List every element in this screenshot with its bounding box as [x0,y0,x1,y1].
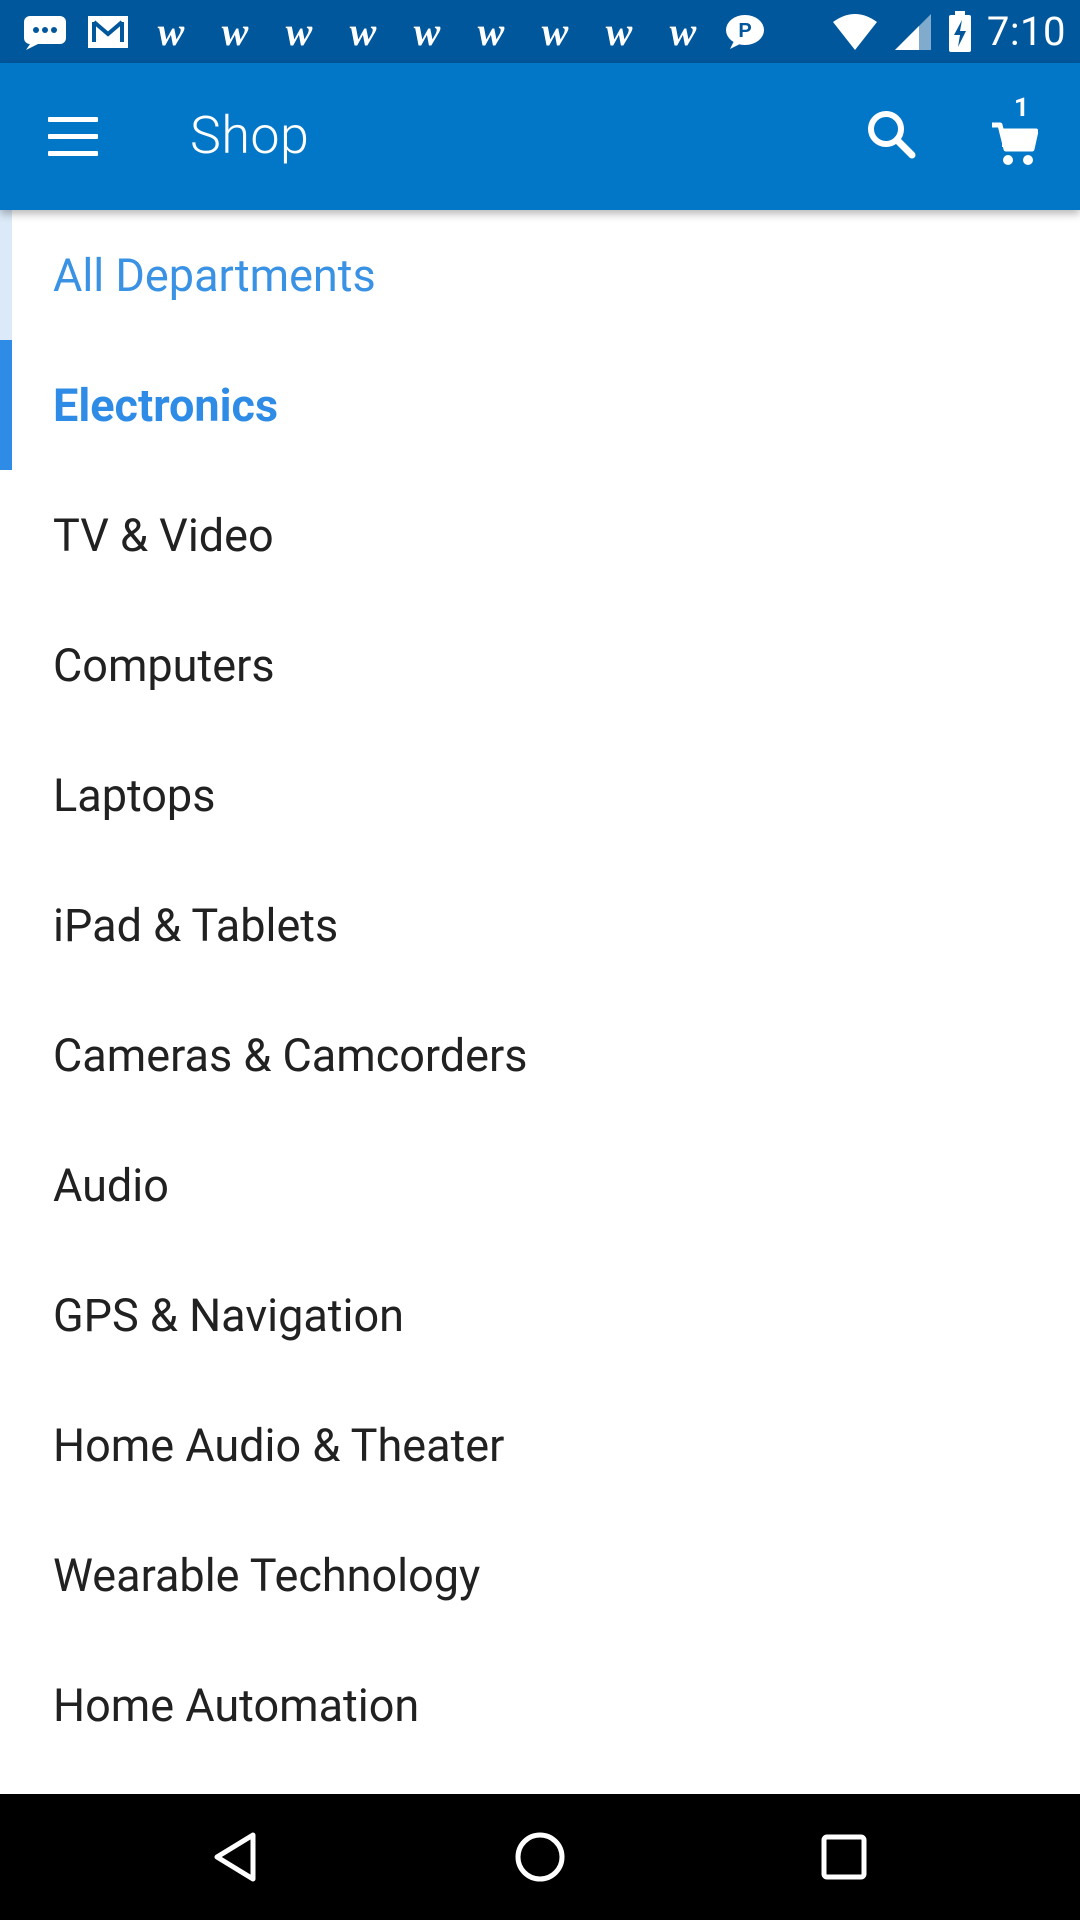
department-item[interactable]: iPad & Tablets [0,860,1080,990]
system-status: 7:10 [831,8,1066,55]
department-all[interactable]: All Departments [0,210,1080,340]
hamburger-menu-icon[interactable] [38,109,108,165]
department-electronics[interactable]: Electronics [0,340,1080,470]
app-w-icon: w [605,8,633,54]
app-bar: Shop 1 [0,63,1080,210]
back-icon[interactable] [207,1827,267,1887]
notification-icons: w w w w w w w w w P [22,9,766,55]
app-w-icon: w [669,8,697,54]
department-item[interactable]: Audio [0,1120,1080,1250]
app-w-icon: w [477,8,505,54]
department-item[interactable]: Computers [0,600,1080,730]
cart-count-badge: 1 [1014,93,1029,123]
app-w-icon: w [221,8,249,54]
home-icon[interactable] [510,1827,570,1887]
app-w-icon: w [349,8,377,54]
shopping-cart-button[interactable]: 1 [982,93,1052,175]
status-bar: w w w w w w w w w P 7:10 [0,0,1080,63]
system-nav-bar [0,1794,1080,1920]
department-item[interactable]: Wearable Technology [0,1510,1080,1640]
battery-charging-icon [947,10,973,53]
app-w-icon: w [285,8,313,54]
department-item[interactable]: Cameras & Camcorders [0,990,1080,1120]
department-item[interactable]: Laptops [0,730,1080,860]
department-item[interactable]: Home Automation [0,1640,1080,1770]
recent-apps-icon[interactable] [814,1827,874,1887]
chat-bubble-icon: P [724,13,766,51]
department-item[interactable]: TV & Video [0,470,1080,600]
clock: 7:10 [986,8,1066,55]
message-icon [22,14,68,50]
department-list: All Departments Electronics TV & Video C… [0,210,1080,1770]
app-w-icon: w [541,8,569,54]
signal-icon [893,12,933,52]
app-w-icon: w [157,8,185,54]
svg-text:P: P [738,20,751,42]
page-title: Shop [190,105,310,166]
department-item[interactable]: GPS & Navigation [0,1250,1080,1380]
department-item[interactable]: Home Audio & Theater [0,1380,1080,1510]
app-w-icon: w [413,8,441,54]
gmail-icon [86,12,130,52]
wifi-icon [831,12,879,52]
shopping-cart-icon [992,122,1038,165]
search-icon[interactable] [862,105,922,165]
